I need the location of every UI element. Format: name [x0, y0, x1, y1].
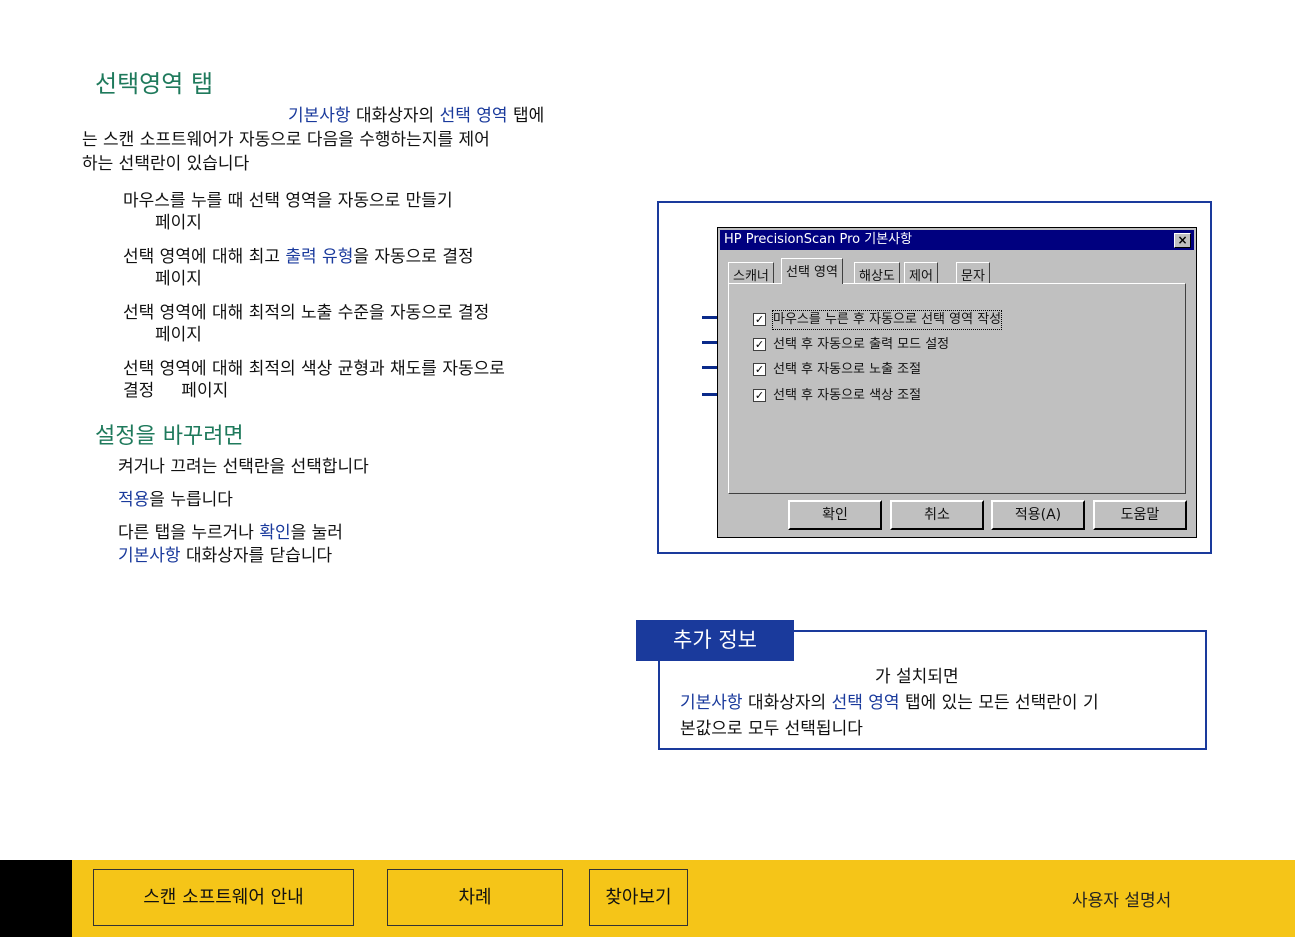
list-item-text: 선택 영역에 대해 최적의 노출 수준을 자동으로 결정 — [123, 303, 490, 323]
apply-button[interactable]: 적용(A) — [991, 500, 1085, 530]
tab-text[interactable]: 문자 — [956, 262, 990, 284]
footer-black-block — [0, 860, 72, 937]
info-highlight-selection: 선택 영역 — [831, 693, 900, 713]
intro-paragraph: 기본사항 대화상자의 선택 영역 탭에 는 스캔 소프트웨어가 자동으로 다음을… — [82, 104, 602, 176]
tab-resolution[interactable]: 해상도 — [854, 262, 900, 284]
tab-selection-area[interactable]: 선택 영역 — [781, 258, 843, 284]
intro-highlight-defaults: 기본사항 — [288, 106, 351, 126]
help-button[interactable]: 도움말 — [1093, 500, 1187, 530]
option-label[interactable]: 선택 후 자동으로 노출 조절 — [773, 361, 921, 379]
dialog-titlebar: HP PrecisionScan Pro 기본사항 × — [720, 230, 1194, 250]
feature-list: 마우스를 누를 때 선택 영역을 자동으로 만들기 페이지 선택 영역에 대해 … — [123, 190, 603, 414]
nav-button-contents[interactable]: 차례 — [387, 869, 563, 926]
section-subtitle: 설정을 바꾸려면 — [95, 424, 244, 449]
checkbox-checked-icon[interactable]: ✓ — [753, 389, 766, 402]
intro-highlight-selection: 선택 영역 — [439, 106, 508, 126]
step-text: 다른 탭을 누르거나 — [118, 523, 260, 543]
page-title: 선택영역 탭 — [95, 70, 214, 98]
option-label[interactable]: 선택 후 자동으로 출력 모드 설정 — [773, 336, 949, 354]
output-type-link[interactable]: 출력 유형 — [285, 247, 353, 267]
tab-control[interactable]: 제어 — [904, 262, 938, 284]
list-item: 선택 영역에 대해 최고 출력 유형을 자동으로 결정 페이지 — [123, 246, 603, 290]
list-item-text: 마우스를 누를 때 선택 영역을 자동으로 만들기 — [123, 191, 453, 211]
step-text: 을 눌러 — [290, 523, 343, 543]
page-ref[interactable]: 결정 페이지 — [123, 380, 603, 402]
nav-button-software-guide[interactable]: 스캔 소프트웨어 안내 — [93, 869, 354, 926]
option-label[interactable]: 선택 후 자동으로 색상 조절 — [773, 387, 921, 405]
page-ref[interactable]: 페이지 — [123, 212, 603, 234]
tab-scanner[interactable]: 스캐너 — [728, 262, 774, 284]
step-item: 적용을 누릅니다 — [118, 489, 598, 512]
info-text: 가 설치되면 기본사항 대화상자의 선택 영역 탭에 있는 모든 선택란이 기 … — [680, 664, 1192, 742]
footer-label: 사용자 설명서 — [1072, 891, 1172, 911]
nav-button-index[interactable]: 찾아보기 — [589, 869, 688, 926]
step-text: 대화상자를 닫습니다 — [180, 546, 333, 566]
steps-list: 켜거나 끄려는 선택란을 선택합니다 적용을 누릅니다 다른 탭을 누르거나 확… — [118, 456, 598, 578]
step-text: 을 누릅니다 — [149, 490, 233, 510]
info-tag: 추가 정보 — [636, 620, 794, 661]
preferences-dialog: HP PrecisionScan Pro 기본사항 × 스캐너 선택 영역 해상… — [717, 227, 1197, 538]
page-ref[interactable]: 페이지 — [123, 268, 603, 290]
info-line: 기본사항 대화상자의 선택 영역 탭에 있는 모든 선택란이 기 — [680, 690, 1192, 716]
cancel-button[interactable]: 취소 — [890, 500, 984, 530]
list-item: 마우스를 누를 때 선택 영역을 자동으로 만들기 페이지 — [123, 190, 603, 234]
step-item: 다른 탭을 누르거나 확인을 눌러 기본사항 대화상자를 닫습니다 — [118, 522, 598, 568]
list-item-text: 선택 영역에 대해 최고 — [123, 247, 286, 267]
dialog-title: HP PrecisionScan Pro 기본사항 — [724, 232, 913, 247]
list-item: 선택 영역에 대해 최적의 노출 수준을 자동으로 결정 페이지 — [123, 302, 603, 346]
list-item-text: 을 자동으로 결정 — [353, 247, 474, 267]
intro-text: 대화상자의 — [350, 106, 440, 126]
info-text-part: 탭에 있는 모든 선택란이 기 — [899, 693, 1099, 713]
ok-link[interactable]: 확인 — [259, 523, 290, 543]
tab-panel: ✓ 마우스를 누른 후 자동으로 선택 영역 작성 ✓ 선택 후 자동으로 출력… — [728, 283, 1186, 494]
intro-line: 하는 선택란이 있습니다 — [82, 154, 250, 174]
info-text-part: 대화상자의 — [742, 693, 832, 713]
ok-button[interactable]: 확인 — [788, 500, 882, 530]
checkbox-checked-icon[interactable]: ✓ — [753, 313, 766, 326]
list-item: 선택 영역에 대해 최적의 색상 균형과 채도를 자동으로 결정 페이지 — [123, 358, 603, 402]
intro-line: 는 스캔 소프트웨어가 자동으로 다음을 수행하는지를 제어 — [82, 130, 490, 150]
list-item-text: 선택 영역에 대해 최적의 색상 균형과 채도를 자동으로 — [123, 359, 505, 379]
defaults-link[interactable]: 기본사항 — [118, 546, 181, 566]
option-label[interactable]: 마우스를 누른 후 자동으로 선택 영역 작성 — [771, 310, 1003, 330]
close-icon[interactable]: × — [1174, 233, 1191, 248]
footer-bar: 스캔 소프트웨어 안내 차례 찾아보기 사용자 설명서 — [0, 860, 1295, 937]
checkbox-checked-icon[interactable]: ✓ — [753, 363, 766, 376]
info-line: 가 설치되면 — [875, 667, 959, 687]
apply-link[interactable]: 적용 — [118, 490, 149, 510]
intro-text: 탭에 — [507, 106, 545, 126]
info-line: 본값으로 모두 선택됩니다 — [680, 719, 863, 739]
info-highlight-defaults: 기본사항 — [680, 693, 743, 713]
checkbox-checked-icon[interactable]: ✓ — [753, 338, 766, 351]
page-ref[interactable]: 페이지 — [123, 324, 603, 346]
step-item: 켜거나 끄려는 선택란을 선택합니다 — [118, 457, 369, 477]
